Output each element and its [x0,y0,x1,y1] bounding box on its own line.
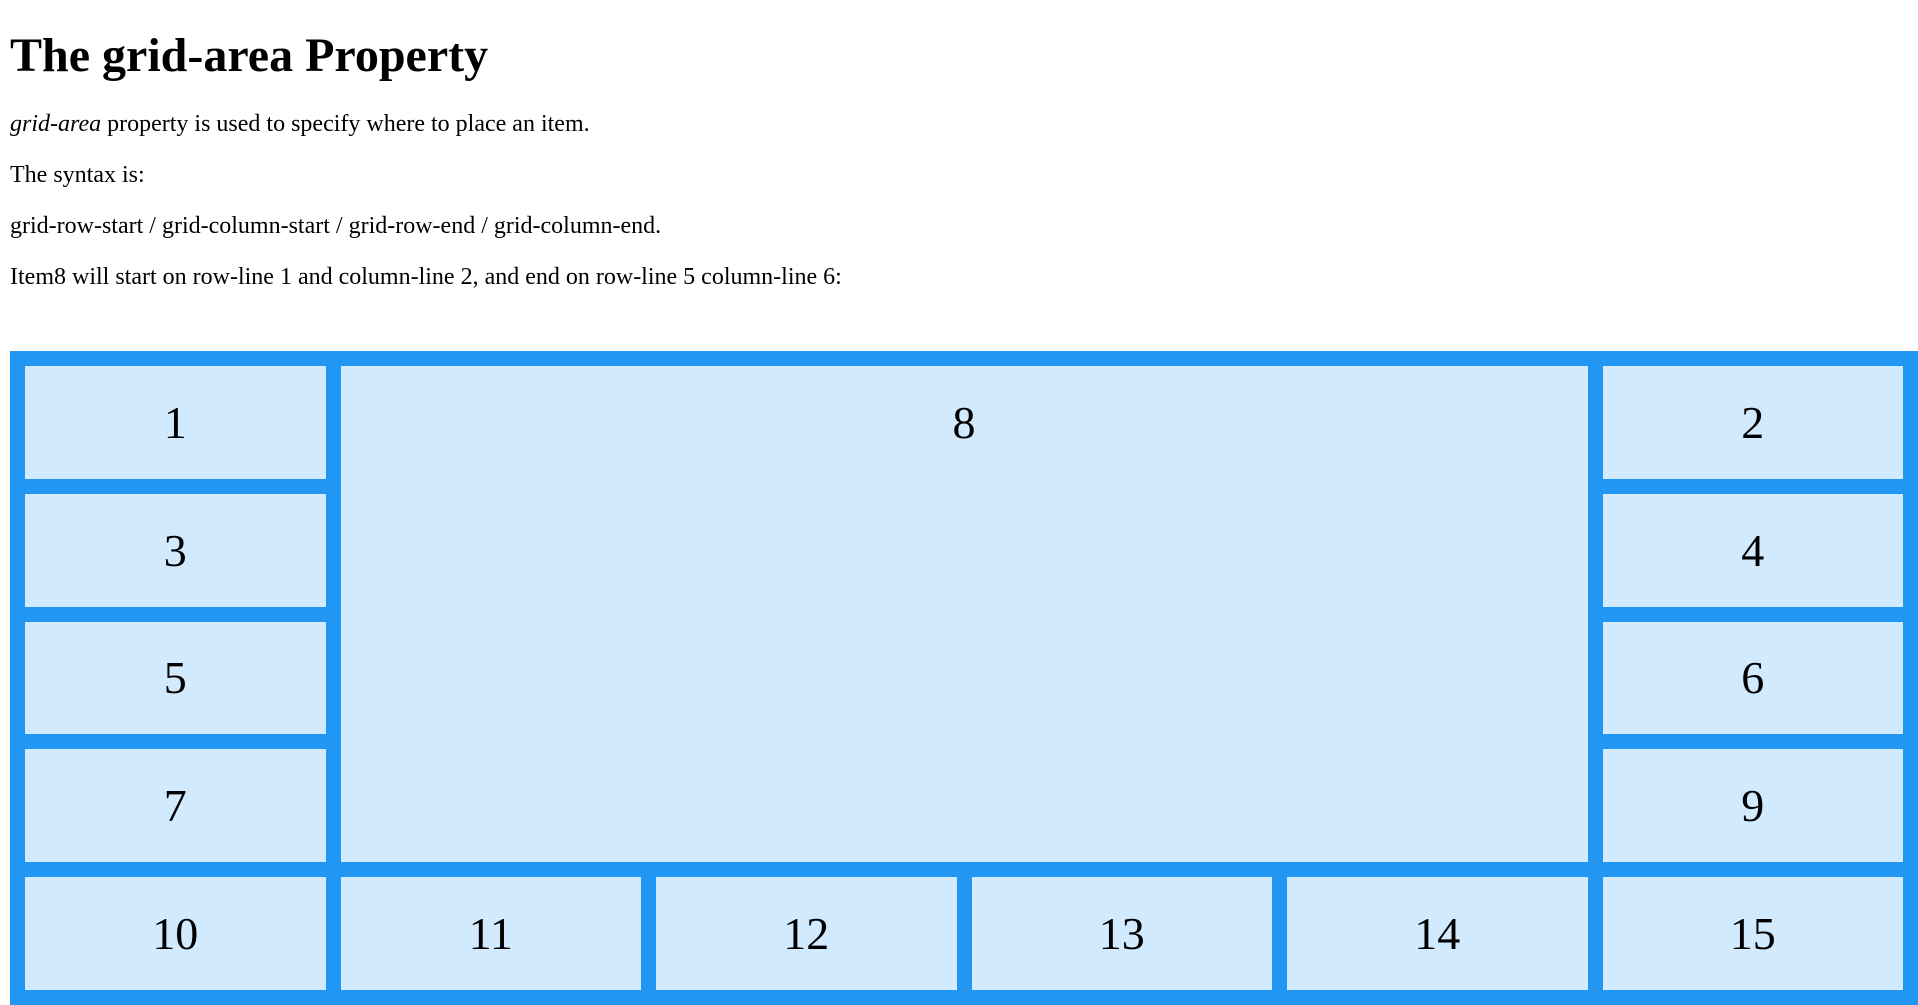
grid-item-4: 4 [1602,493,1903,607]
description-text: Item8 will start on row-line 1 and colum… [10,264,842,290]
grid-item-2: 2 [1602,366,1903,479]
grid-item-13: 13 [971,877,1272,990]
grid-container: 8 1 2 3 4 5 6 7 9 10 11 12 13 14 15 [10,351,1918,1005]
intro-text: property is used to specify where to pla… [101,111,590,137]
grid-item-9: 9 [1602,749,1903,863]
page-title: The grid-area Property [10,29,489,82]
intro-paragraph: grid-area property is used to specify wh… [10,110,1908,138]
grid-item-10: 10 [25,877,326,990]
grid-item-12: 12 [656,877,957,990]
grid-item-14: 14 [1287,877,1588,990]
grid-item-8: 8 [340,366,1588,863]
grid-item-5: 5 [25,621,326,735]
syntax-label: The syntax is: [10,162,145,188]
grid-item-7: 7 [25,749,326,863]
grid-item-6: 6 [1602,621,1903,735]
grid-item-11: 11 [340,877,641,990]
grid-item-1: 1 [25,366,326,479]
syntax-text: grid-row-start / grid-column-start / gri… [10,213,662,239]
grid-item-3: 3 [25,493,326,607]
intro-emphasis: grid-area [10,111,102,137]
grid-item-15: 15 [1602,877,1903,990]
page: The grid-area Property grid-area propert… [0,28,1918,1005]
